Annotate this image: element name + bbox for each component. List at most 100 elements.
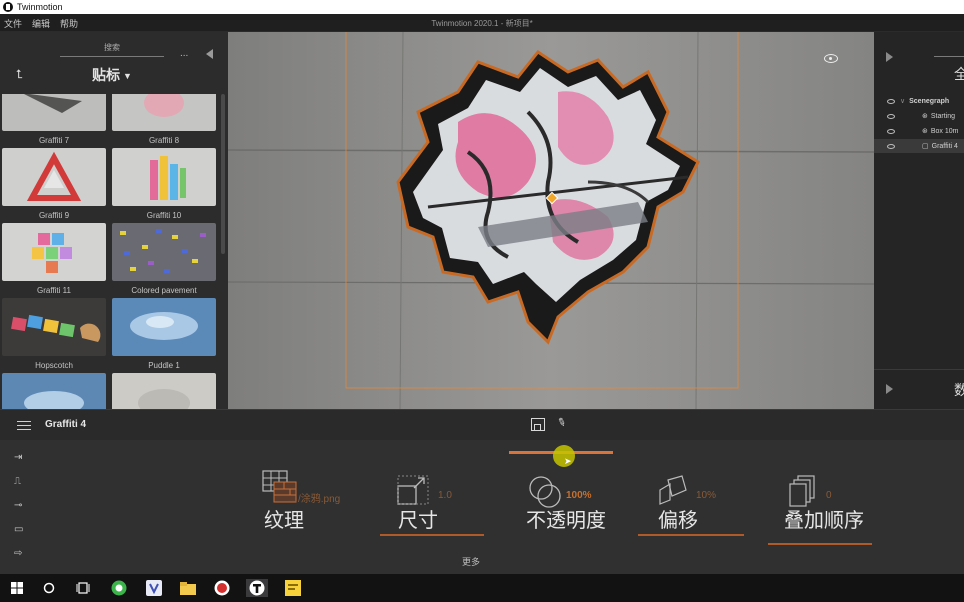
library-tile[interactable]: Graffiti 7 — [2, 94, 106, 146]
property-stack-order[interactable]: 0 叠加顺序 — [768, 440, 874, 574]
library-grid: Graffiti 7 Graffiti 8 Graffiti 9 Graffit… — [2, 94, 220, 409]
mouse-cursor-icon: ➤ — [564, 456, 572, 466]
task-view-icon[interactable] — [74, 579, 92, 597]
scene-panel-title: 全 — [954, 66, 964, 82]
tile-label: Graffiti 10 — [146, 211, 182, 220]
scene-item-label: Box 10m — [930, 127, 959, 135]
path-icon[interactable]: ⎍ — [14, 476, 34, 500]
connect-icon[interactable]: ⊸ — [14, 500, 34, 524]
thumbnail-graffiti-8 — [112, 94, 216, 131]
property-offset[interactable]: 10% 偏移 — [638, 440, 744, 574]
media-icon[interactable]: ▭ — [14, 524, 34, 548]
library-tile[interactable]: Graffiti 10 — [112, 148, 216, 221]
windows-icon[interactable] — [8, 579, 26, 597]
divider — [934, 56, 964, 57]
chevron-down-icon: ▼ — [123, 71, 132, 82]
properties-panel-title: 数 — [954, 382, 964, 398]
visibility-eye-icon[interactable] — [887, 113, 895, 119]
size-label: 尺寸 — [398, 510, 438, 532]
twinmotion-icon[interactable] — [246, 579, 268, 597]
more-options-button[interactable]: ... — [180, 48, 188, 59]
3d-viewport[interactable] — [228, 32, 874, 409]
library-tile[interactable]: Puddle 1 — [112, 298, 216, 371]
offset-icon — [659, 475, 687, 505]
texture-label: 纹理 — [264, 510, 304, 532]
os-taskbar — [0, 574, 964, 602]
back-icon[interactable]: ⮤ — [16, 67, 23, 82]
tile-label: Graffiti 7 — [38, 136, 70, 145]
collapse-left-icon[interactable] — [206, 49, 213, 59]
scene-item[interactable]: ⊛ Box 10m — [874, 124, 964, 138]
opacity-icon — [529, 476, 561, 508]
library-tile[interactable]: Graffiti 9 — [2, 148, 106, 221]
export-icon[interactable]: ⇨ — [14, 548, 34, 572]
pen-icon[interactable]: ✎ — [555, 415, 568, 430]
viewport-scene — [228, 32, 874, 409]
chevron-down-icon[interactable]: ∨ — [900, 97, 905, 105]
shield-app-icon[interactable] — [145, 579, 163, 597]
search-circle-icon[interactable] — [40, 579, 58, 597]
tile-label: Hopscotch — [35, 361, 73, 370]
library-tile[interactable]: Colored pavement — [112, 223, 216, 296]
size-value: 1.0 — [438, 490, 452, 501]
scene-panel: 全 ∨ Scenegraph ⊛ Starting ⊛ Box 10m ▢ Gr… — [874, 32, 964, 409]
thumbnail-stain — [112, 373, 216, 409]
thumbnail-graffiti-9 — [2, 148, 106, 206]
visibility-eye-icon[interactable] — [887, 128, 895, 134]
os-title-text: Twinmotion — [17, 2, 63, 12]
stack-order-label: 叠加顺序 — [784, 510, 864, 532]
tile-label: Colored pavement — [131, 286, 197, 295]
os-title-bar: Twinmotion — [0, 0, 964, 14]
thumbnail-graffiti-11 — [2, 223, 106, 281]
stack-order-slider[interactable] — [768, 543, 872, 545]
size-icon — [397, 475, 429, 505]
size-slider[interactable] — [380, 534, 484, 536]
scene-item-selected[interactable]: ▢ Graffiti 4 — [874, 139, 964, 153]
offset-value: 10% — [696, 490, 717, 501]
tile-label: Graffiti 8 — [148, 136, 180, 145]
library-scrollbar[interactable] — [221, 94, 225, 254]
thumbnail-colored-pavement — [112, 223, 216, 281]
side-toolbar: ⇥ ⎍ ⊸ ▭ ⇨ — [14, 452, 34, 572]
notes-icon[interactable] — [284, 579, 302, 597]
opacity-label: 不透明度 — [526, 510, 606, 532]
visibility-eye-icon[interactable] — [824, 54, 838, 63]
property-texture[interactable]: …/涂鸦.png 纹理 — [262, 440, 372, 574]
thumbnail-puddle-2 — [2, 373, 106, 409]
expand-right-icon[interactable] — [886, 52, 893, 62]
browser-icon[interactable] — [110, 579, 128, 597]
expand-right-icon[interactable] — [886, 384, 893, 394]
property-opacity[interactable]: 100% 不透明度 — [526, 440, 626, 574]
more-button[interactable]: 更多 — [462, 555, 480, 568]
import-icon[interactable]: ⇥ — [14, 452, 34, 476]
scene-item[interactable]: ∨ Scenegraph — [874, 94, 964, 108]
opacity-value: 100% — [566, 490, 592, 501]
search-field[interactable]: 搜索 — [60, 42, 164, 57]
library-tile[interactable]: Graffiti 8 — [112, 94, 216, 146]
offset-label: 偏移 — [658, 510, 698, 532]
visibility-eye-icon[interactable] — [887, 143, 895, 149]
category-dropdown[interactable]: 贴标 ▼ — [92, 65, 132, 85]
transform-icon[interactable] — [531, 418, 545, 431]
twinmotion-logo-icon — [3, 2, 13, 12]
visibility-eye-icon[interactable] — [887, 98, 895, 104]
divider — [874, 369, 964, 370]
property-size[interactable]: 1.0 尺寸 — [380, 440, 484, 574]
scene-item[interactable]: ⊛ Starting — [874, 109, 964, 123]
record-icon[interactable] — [213, 579, 231, 597]
tile-label: Graffiti 11 — [37, 286, 71, 295]
library-tile[interactable] — [2, 373, 106, 409]
thumbnail-puddle-1 — [112, 298, 216, 356]
folder-icon[interactable] — [179, 579, 197, 597]
tile-label: Graffiti 9 — [38, 211, 70, 220]
tile-label: Puddle 1 — [148, 361, 180, 370]
menu-icon[interactable] — [17, 421, 31, 430]
library-tile[interactable]: Graffiti 11 — [2, 223, 106, 296]
scene-item-label: Graffiti 4 — [931, 142, 958, 150]
offset-slider[interactable] — [638, 534, 744, 536]
texture-value: …/涂鸦.png — [288, 494, 341, 505]
menu-bar: 文件 编辑 帮助 Twinmotion 2020.1 - 新项目* — [0, 14, 964, 32]
library-tile[interactable] — [112, 373, 216, 409]
object-icon: ⊛ — [922, 128, 928, 135]
library-tile[interactable]: Hopscotch — [2, 298, 106, 371]
